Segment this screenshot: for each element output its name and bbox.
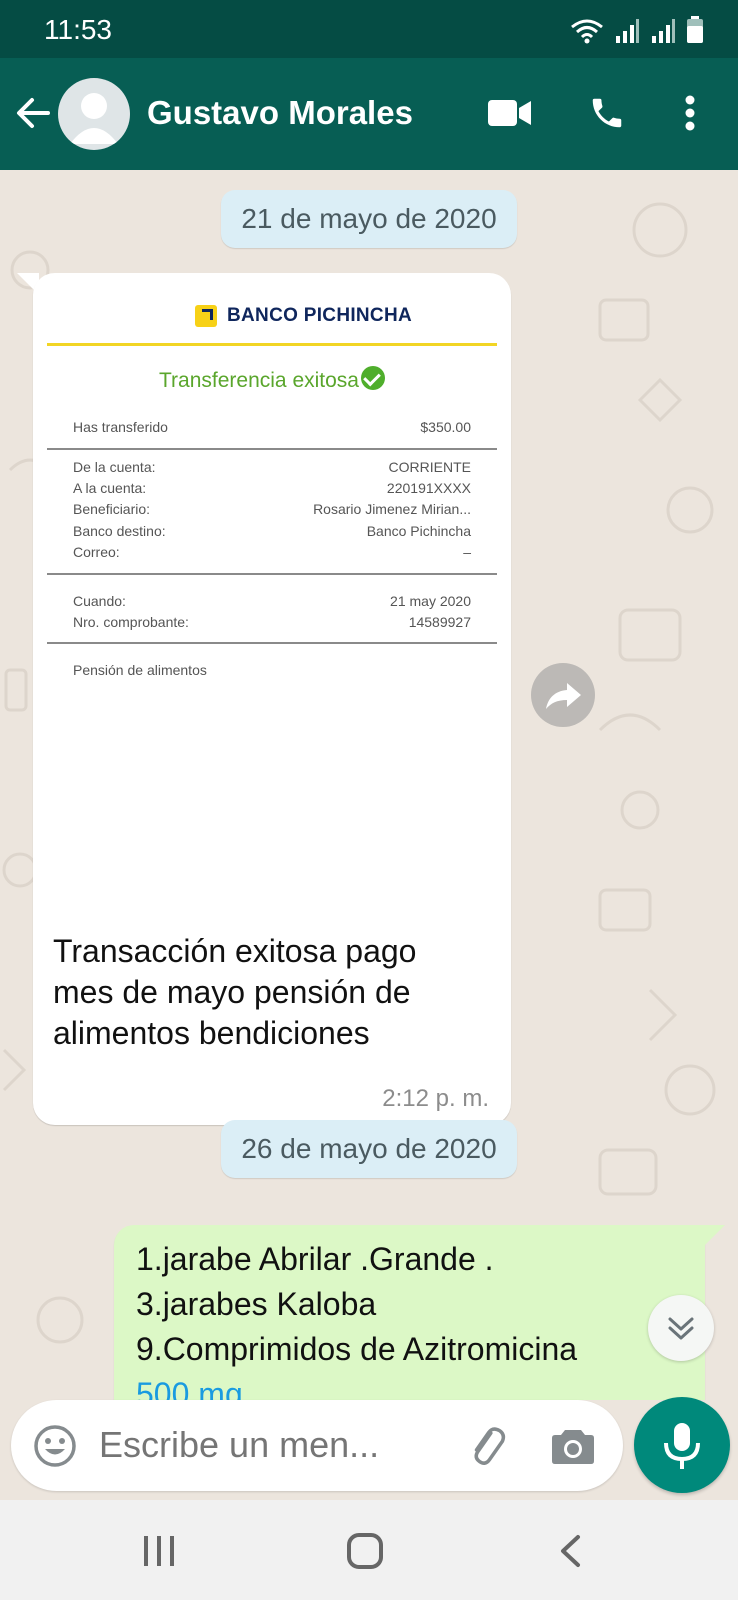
nav-home-icon[interactable]: [346, 1532, 384, 1570]
status-time: 11:53: [44, 14, 112, 45]
bank-logo: BANCO PICHINCHA: [195, 305, 412, 327]
camera-icon[interactable]: [551, 1426, 595, 1466]
voucher-row: Nro. comprobante: 14589927: [73, 614, 471, 634]
detail-row: Beneficiario: Rosario Jimenez Mirian...: [73, 501, 471, 521]
contact-name[interactable]: Gustavo Morales: [147, 94, 413, 132]
detail-value: Rosario Jimenez Mirian...: [313, 501, 471, 517]
message-line: 9.Comprimidos de Azitromicina: [136, 1331, 578, 1367]
bank-logo-icon: [195, 305, 217, 327]
detail-value: CORRIENTE: [388, 459, 471, 475]
wifi-icon: [571, 19, 603, 44]
detail-row: A la cuenta: 220191XXXX: [73, 480, 471, 500]
detail-label: Banco destino:: [73, 523, 166, 539]
detail-value: –: [463, 544, 471, 560]
amount-value: $350.00: [420, 419, 471, 435]
check-circle-icon: [360, 366, 385, 391]
battery-icon: [687, 16, 703, 43]
date-separator: 26 de mayo de 2020: [221, 1120, 517, 1178]
concept-text: Pensión de alimentos: [73, 662, 207, 678]
more-vert-icon[interactable]: [684, 94, 696, 132]
phone-icon[interactable]: [588, 94, 626, 132]
message-time: 2:12 p. m.: [382, 1085, 489, 1112]
message-composer: [11, 1400, 623, 1491]
message-input[interactable]: [99, 1424, 429, 1466]
chat-header: Gustavo Morales: [0, 58, 738, 170]
divider: [47, 343, 497, 346]
when-row: Cuando: 21 may 2020: [73, 593, 471, 613]
divider: [47, 642, 497, 644]
divider: [47, 448, 497, 450]
bank-name: BANCO PICHINCHA: [227, 305, 412, 326]
voucher-value: 14589927: [408, 614, 471, 630]
signal-icon: [616, 19, 639, 43]
incoming-message-bubble[interactable]: BANCO PICHINCHA Transferencia exitosa Ha…: [33, 273, 511, 1125]
detail-label: Beneficiario:: [73, 501, 151, 517]
chat-area[interactable]: 21 de mayo de 2020 BANCO PICHINCHA Trans…: [0, 170, 738, 1400]
forward-button[interactable]: [531, 663, 595, 727]
message-caption: Transacción exitosa pago mes de mayo pen…: [53, 931, 493, 1054]
scroll-to-bottom-button[interactable]: [648, 1295, 714, 1361]
status-icons: [570, 16, 704, 44]
back-arrow-icon[interactable]: [14, 88, 54, 138]
detail-label: A la cuenta:: [73, 480, 147, 496]
caption-line: alimentos bendiciones: [53, 1015, 370, 1051]
avatar-icon: [70, 93, 118, 144]
voice-record-button[interactable]: [634, 1397, 730, 1493]
mic-icon: [664, 1423, 700, 1469]
forward-icon: [546, 683, 581, 709]
transfer-receipt-image[interactable]: BANCO PICHINCHA Transferencia exitosa Ha…: [47, 287, 497, 877]
system-nav-bar: [0, 1500, 738, 1600]
avatar[interactable]: [58, 78, 130, 150]
detail-value: 220191XXXX: [386, 480, 471, 496]
transfer-amount-row: Has transferido $350.00: [73, 419, 471, 439]
success-title: Transferencia exitosa: [47, 366, 497, 393]
emoji-icon[interactable]: [33, 1424, 77, 1468]
success-title-text: Transferencia exitosa: [159, 369, 359, 392]
message-link[interactable]: 500 mg: [136, 1372, 577, 1400]
detail-row: Banco destino: Banco Pichincha: [73, 523, 471, 543]
message-line: 3.jarabes Kaloba: [136, 1286, 377, 1322]
detail-label: Correo:: [73, 544, 120, 560]
date-separator: 21 de mayo de 2020: [221, 190, 517, 248]
bubble-tail: [705, 1225, 725, 1245]
caption-line: Transacción exitosa pago: [53, 933, 417, 969]
when-value: 21 may 2020: [390, 593, 471, 609]
outgoing-message-bubble[interactable]: 1.jarabe Abrilar .Grande . 3.jarabes Kal…: [114, 1225, 705, 1400]
voucher-label: Nro. comprobante:: [73, 614, 189, 630]
attach-icon[interactable]: [463, 1422, 511, 1470]
signal-icon: [652, 19, 675, 43]
detail-label: De la cuenta:: [73, 459, 156, 475]
nav-back-icon[interactable]: [558, 1534, 582, 1568]
divider: [47, 573, 497, 575]
detail-row: Correo: –: [73, 544, 471, 564]
when-label: Cuando:: [73, 593, 126, 609]
video-call-icon[interactable]: [488, 98, 532, 128]
status-bar: 11:53: [0, 0, 738, 58]
detail-row: De la cuenta: CORRIENTE: [73, 459, 471, 479]
message-text: 1.jarabe Abrilar .Grande . 3.jarabes Kal…: [136, 1237, 577, 1400]
chevron-down-icon: [668, 1317, 694, 1340]
concept-row: Pensión de alimentos: [73, 662, 471, 682]
detail-value: Banco Pichincha: [366, 523, 471, 539]
nav-recents-icon[interactable]: [142, 1536, 176, 1566]
caption-line: mes de mayo pensión de: [53, 974, 411, 1010]
amount-label: Has transferido: [73, 419, 168, 435]
message-line: 1.jarabe Abrilar .Grande .: [136, 1241, 494, 1277]
